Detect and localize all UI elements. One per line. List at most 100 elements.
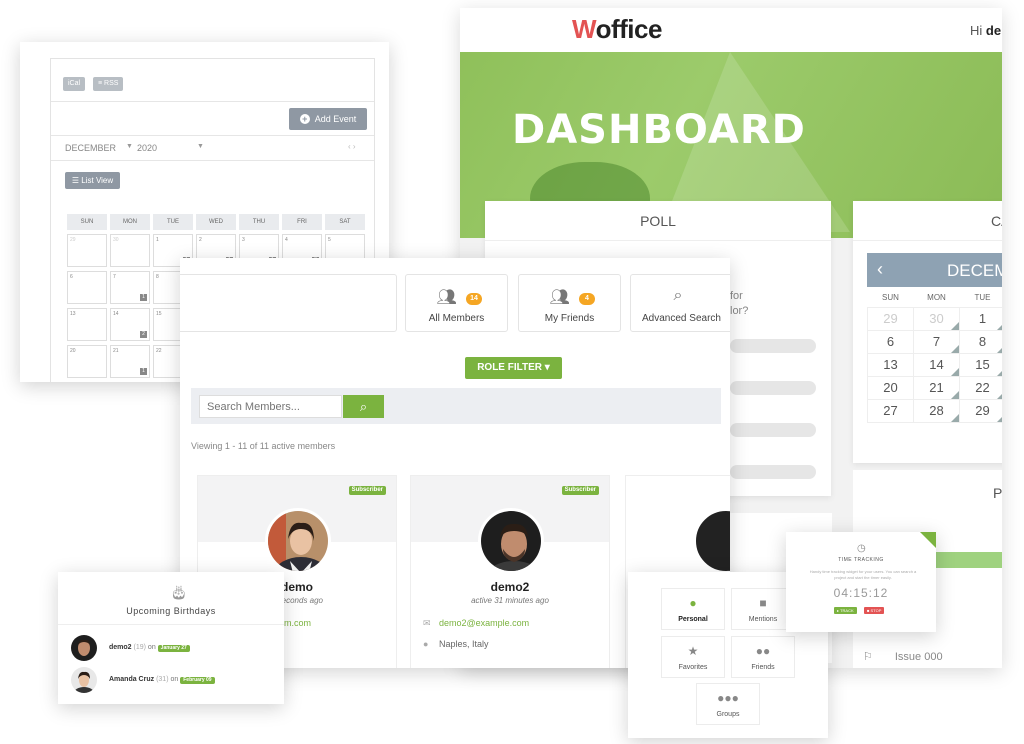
list-view-button[interactable]: ☰ List View xyxy=(65,172,120,189)
calendar-day-cell[interactable]: 6 xyxy=(67,271,107,304)
member-activity: active 31 minutes ago xyxy=(471,596,549,605)
poll-option-bar[interactable] xyxy=(730,465,816,479)
calendar-day-cell[interactable]: 71 xyxy=(110,271,150,304)
event-count-badge[interactable]: 1 xyxy=(140,368,147,375)
member-email-row[interactable]: m.com xyxy=(284,618,311,628)
calendar-day[interactable]: 7 xyxy=(913,329,960,354)
birthdays-title: Upcoming Birthdays xyxy=(126,606,216,616)
nav-tile-personal[interactable]: ● Personal xyxy=(661,588,725,630)
calendar-day[interactable]: 20 xyxy=(867,375,914,400)
avatar[interactable] xyxy=(71,667,97,693)
avatar[interactable] xyxy=(265,508,331,574)
calendar-day[interactable]: 6 xyxy=(867,329,914,354)
poll-question: for lor? xyxy=(730,290,749,317)
weekday-header: MON xyxy=(927,293,946,303)
tab-advanced-search[interactable]: ⌕ Advanced Search xyxy=(630,274,730,332)
birthday-item[interactable]: Amanda Cruz (31) on February 09 xyxy=(71,667,281,693)
avatar[interactable] xyxy=(478,508,544,574)
weekday-header: MON xyxy=(110,214,150,230)
event-count-badge[interactable]: 1 xyxy=(140,294,147,301)
chevron-down-icon[interactable]: ▼ xyxy=(126,143,133,150)
issue-row[interactable]: ⚐ Issue 000 xyxy=(863,650,943,663)
count-badge: 14 xyxy=(466,293,482,305)
weekday-header: SAT xyxy=(325,214,365,230)
avatar[interactable] xyxy=(693,508,730,574)
calendar-grid: SUN MON TUE 29 30 1 6 7 8 13 14 15 20 21 22 27 28 29 xyxy=(867,289,1002,423)
stop-button[interactable]: ■ STOP xyxy=(864,607,885,614)
nav-tile-label: Friends xyxy=(751,664,775,671)
avatar[interactable] xyxy=(71,635,97,661)
greeting-user: dem xyxy=(985,23,1002,38)
member-card[interactable]: Subscriber demo2 active 31 minutes ago ✉… xyxy=(410,475,610,668)
calendar-day-cell[interactable]: 14 2 xyxy=(110,308,150,341)
chevron-left-icon[interactable]: ‹ xyxy=(877,259,883,280)
add-event-button[interactable]: + Add Event xyxy=(289,108,367,130)
birthday-text: Amanda Cruz (31) on February 09 xyxy=(109,676,215,684)
calendar-day[interactable]: 14 xyxy=(913,352,960,377)
day-number: 30 xyxy=(113,237,119,243)
corner-ribbon[interactable] xyxy=(920,532,936,548)
calendar-day[interactable]: 1 xyxy=(959,306,1002,331)
year-select[interactable]: 2020 xyxy=(137,143,157,153)
nav-tile-favorites[interactable]: ★ Favorites xyxy=(661,636,725,678)
calendar-day[interactable]: 29 xyxy=(867,306,914,331)
cake-icon: 🎂︎ xyxy=(170,584,188,600)
calendar-day[interactable]: 21 xyxy=(913,375,960,400)
day-number: 15 xyxy=(156,311,162,317)
calendar-day-cell[interactable]: 20 xyxy=(67,345,107,378)
logo-text: office xyxy=(595,14,663,44)
calendar-day[interactable]: 27 xyxy=(867,398,914,423)
calendar-day[interactable]: 22 xyxy=(959,375,1002,400)
nav-tile-groups[interactable]: ●●● Groups xyxy=(696,683,760,725)
caret-down-icon: ▾ xyxy=(544,362,550,373)
nav-tile-label: Mentions xyxy=(748,616,778,623)
woffice-logo[interactable]: Woffice xyxy=(572,14,662,45)
search-button[interactable]: ⌕ xyxy=(343,395,384,418)
weekday-header: SUN xyxy=(882,293,899,303)
avatar-image xyxy=(71,635,97,661)
tab-previous[interactable] xyxy=(180,274,397,332)
calendar-day-cell[interactable]: 30 xyxy=(110,234,150,267)
chevron-down-icon[interactable]: ▼ xyxy=(197,143,204,150)
member-email-row[interactable]: ✉ demo2@example.com xyxy=(423,618,529,629)
event-count-badge[interactable]: 2 xyxy=(140,331,147,338)
poll-option-bar[interactable] xyxy=(730,423,816,437)
issue-icon: ⚐ xyxy=(863,651,873,663)
month-select[interactable]: DECEMBER xyxy=(65,143,116,153)
calendar-day[interactable]: 15 xyxy=(959,352,1002,377)
tab-all-members[interactable]: 👥︎ 14 All Members xyxy=(405,274,508,332)
day-number: 13 xyxy=(70,311,76,317)
calendar-day[interactable]: 30 xyxy=(913,306,960,331)
rss-button[interactable]: ≡ RSS xyxy=(93,77,124,91)
group-icon: 👥︎ xyxy=(436,289,457,306)
calendar-day[interactable]: 29 xyxy=(959,398,1002,423)
track-button[interactable]: ▸ TRACK xyxy=(834,607,857,614)
calendar-day-cell[interactable]: 21 1 xyxy=(110,345,150,378)
member-name[interactable]: demo2 xyxy=(411,580,609,594)
poll-option-bar[interactable] xyxy=(730,381,816,395)
tab-label: All Members xyxy=(428,313,485,324)
search-members-input[interactable] xyxy=(199,395,342,418)
time-tracking-widget: ◷ TIME TRACKING Handy time tracking widg… xyxy=(786,532,936,632)
calendar-day[interactable]: 8 xyxy=(959,329,1002,354)
count-badge: 4 xyxy=(579,293,595,305)
calendar-day-cell[interactable]: 29 xyxy=(67,234,107,267)
nav-tile-friends[interactable]: ●● Friends xyxy=(731,636,795,678)
ical-button[interactable]: iCal xyxy=(63,77,86,91)
calendar-day[interactable]: 28 xyxy=(913,398,960,423)
clock-icon: ◷ xyxy=(857,543,866,554)
calendar-nav-arrows[interactable]: ‹ › xyxy=(348,142,356,151)
nav-tile-label: Personal xyxy=(678,616,708,623)
person-name: demo2 xyxy=(109,644,132,651)
birthday-item[interactable]: demo2 (19) on January 27 xyxy=(71,635,281,661)
friends-icon: ●● xyxy=(755,644,771,658)
role-badge: Subscriber xyxy=(561,486,599,495)
calendar-day[interactable]: 13 xyxy=(867,352,914,377)
time-tracking-title: TIME TRACKING xyxy=(838,557,884,563)
poll-option-bar[interactable] xyxy=(730,339,816,353)
calendar-day-cell[interactable]: 13 xyxy=(67,308,107,341)
issue-label: Issue 000 xyxy=(894,651,943,663)
user-greeting[interactable]: Hi dem xyxy=(970,23,1002,38)
role-filter-dropdown[interactable]: ROLE FILTER ▾ xyxy=(465,357,562,379)
tab-my-friends[interactable]: 👥︎ 4 My Friends xyxy=(518,274,621,332)
